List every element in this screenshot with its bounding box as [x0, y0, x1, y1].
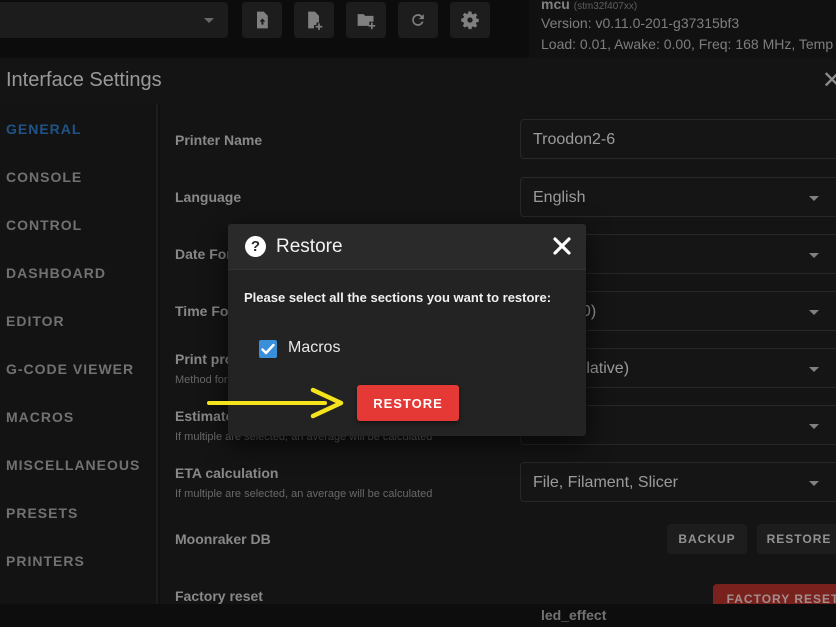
restore-dialog-title: Restore	[276, 236, 343, 257]
screen: mcu (stm32f407xx) Version: v0.11.0-201-g3…	[0, 0, 836, 627]
close-icon[interactable]	[550, 234, 574, 258]
restore-dialog-header: ? Restore	[228, 224, 586, 270]
checkmark-icon	[261, 343, 275, 355]
restore-instructions: Please select all the sections you want …	[244, 290, 552, 305]
help-icon: ?	[245, 236, 266, 257]
restore-button[interactable]: RESTORE	[357, 385, 459, 421]
arrow-icon	[207, 387, 344, 419]
macros-checkbox[interactable]	[259, 340, 277, 358]
macros-checkbox-label[interactable]: Macros	[288, 339, 340, 357]
